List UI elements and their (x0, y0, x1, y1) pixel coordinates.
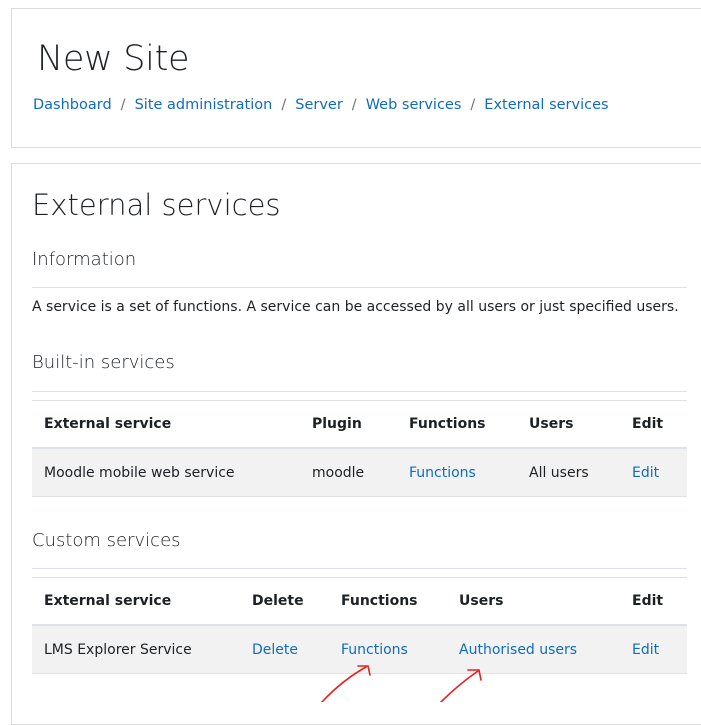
breadcrumb-web-services[interactable]: Web services (366, 97, 462, 113)
breadcrumb-separator: / (281, 97, 287, 113)
column-header: External service (32, 577, 240, 626)
column-header: Edit (620, 577, 687, 626)
column-header: Functions (397, 400, 517, 449)
table-row: Moodle mobile web service moodle Functio… (32, 448, 687, 497)
edit-cell: Edit (620, 448, 687, 497)
delete-cell: Delete (240, 625, 329, 674)
information-heading: Information (32, 249, 137, 270)
service-name: Moodle mobile web service (32, 448, 300, 497)
builtin-services-table: External service Plugin Functions Users … (32, 400, 687, 497)
authorised-users-link[interactable]: Authorised users (459, 642, 577, 658)
breadcrumb-external-services[interactable]: External services (484, 97, 608, 113)
main-content: External services Information A service … (11, 163, 701, 725)
breadcrumb-site-administration[interactable]: Site administration (135, 97, 273, 113)
breadcrumb-server[interactable]: Server (295, 97, 343, 113)
information-text: A service is a set of functions. A servi… (32, 299, 679, 315)
plugin-name: moodle (300, 448, 397, 497)
column-header: Delete (240, 577, 329, 626)
column-header: Users (447, 577, 620, 626)
column-header: Users (517, 400, 620, 449)
functions-link[interactable]: Functions (341, 642, 408, 658)
users-cell: Authorised users (447, 625, 620, 674)
table-header-row: External service Delete Functions Users … (32, 577, 687, 626)
column-header: Functions (329, 577, 447, 626)
users-value: All users (517, 448, 620, 497)
breadcrumb-separator: / (470, 97, 476, 113)
edit-cell: Edit (620, 625, 687, 674)
breadcrumb-separator: / (351, 97, 357, 113)
edit-link[interactable]: Edit (632, 465, 659, 481)
builtin-services-heading: Built-in services (32, 352, 175, 373)
table-header-row: External service Plugin Functions Users … (32, 400, 687, 449)
custom-services-heading: Custom services (32, 530, 181, 551)
breadcrumb-separator: / (120, 97, 126, 113)
functions-cell: Functions (397, 448, 517, 497)
edit-link[interactable]: Edit (632, 642, 659, 658)
functions-cell: Functions (329, 625, 447, 674)
custom-services-table: External service Delete Functions Users … (32, 577, 687, 674)
divider (32, 287, 687, 288)
page-header: New Site Dashboard / Site administration… (11, 8, 701, 148)
column-header: External service (32, 400, 300, 449)
service-name: LMS Explorer Service (32, 625, 240, 674)
delete-link[interactable]: Delete (252, 642, 298, 658)
breadcrumb-dashboard[interactable]: Dashboard (33, 97, 112, 113)
column-header: Edit (620, 400, 687, 449)
site-title: New Site (37, 39, 190, 79)
functions-link[interactable]: Functions (409, 465, 476, 481)
table-row: LMS Explorer Service Delete Functions Au… (32, 625, 687, 674)
divider (32, 391, 687, 392)
breadcrumb: Dashboard / Site administration / Server… (33, 97, 609, 113)
column-header: Plugin (300, 400, 397, 449)
page-heading: External services (32, 188, 281, 222)
divider (32, 568, 687, 569)
